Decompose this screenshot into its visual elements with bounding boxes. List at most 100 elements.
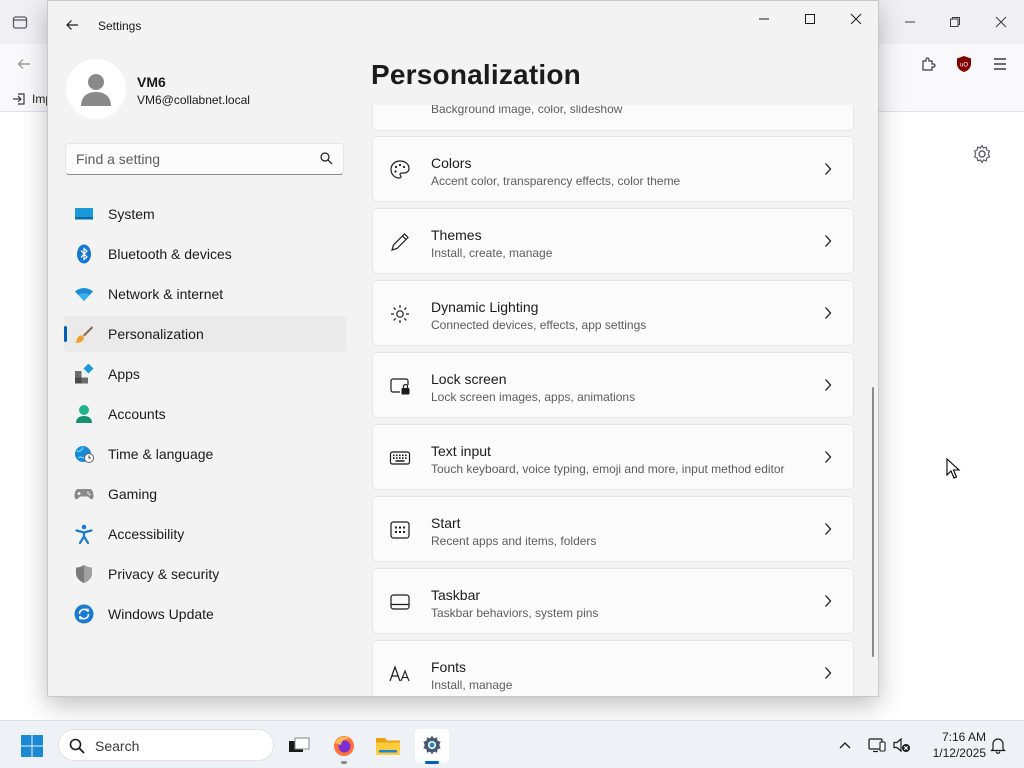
close-icon <box>850 13 862 25</box>
browser-restore-button[interactable] <box>940 10 970 34</box>
mouse-cursor-icon <box>946 457 962 480</box>
settings-titlebar[interactable]: Settings <box>48 1 878 49</box>
firefox-taskbar-button[interactable] <box>327 729 361 764</box>
settings-card-text-input[interactable]: Text input Touch keyboard, voice typing,… <box>372 424 854 490</box>
nav-item-privacy[interactable]: Privacy & security <box>64 556 346 592</box>
start-button[interactable] <box>20 734 44 758</box>
nav-label: Windows Update <box>108 606 214 622</box>
taskbar-search-box[interactable]: Search <box>58 729 274 761</box>
content-scrollbar[interactable] <box>872 387 874 657</box>
task-view-button[interactable] <box>282 729 316 763</box>
start-icon <box>389 519 411 541</box>
settings-window: Settings VM6 VM6@collabnet.local Find a … <box>47 0 879 697</box>
running-indicator <box>341 761 347 764</box>
browser-back-icon[interactable] <box>16 56 32 76</box>
nav-item-network[interactable]: Network & internet <box>64 276 346 312</box>
minimize-button[interactable] <box>744 7 784 31</box>
user-profile[interactable]: VM6 VM6@collabnet.local <box>66 59 366 119</box>
maximize-button[interactable] <box>790 7 830 31</box>
settings-card-background[interactable]: Background image, color, slideshow <box>372 105 854 131</box>
import-icon[interactable] <box>12 92 26 110</box>
card-title: Start <box>431 515 461 531</box>
nav-label: Privacy & security <box>108 566 220 582</box>
nav-item-time-language[interactable]: Time & language <box>64 436 346 472</box>
user-name: VM6 <box>137 74 166 90</box>
apps-icon <box>74 364 94 384</box>
settings-card-fonts[interactable]: Fonts Install, manage <box>372 640 854 696</box>
settings-card-themes[interactable]: Themes Install, create, manage <box>372 208 854 274</box>
network-monitor-icon <box>868 738 886 753</box>
ublock-shield-icon[interactable]: uO <box>956 55 972 77</box>
card-subtitle: Install, manage <box>431 678 513 692</box>
lighting-icon <box>389 303 411 325</box>
clock-date: 1/12/2025 <box>932 746 986 760</box>
browser-minimize-button[interactable] <box>895 10 925 34</box>
nav-item-apps[interactable]: Apps <box>64 356 346 392</box>
browser-close-button[interactable] <box>986 10 1016 34</box>
chevron-right-icon <box>821 378 835 392</box>
nav-item-bluetooth[interactable]: Bluetooth & devices <box>64 236 346 272</box>
folder-icon <box>376 738 400 755</box>
nav-item-system[interactable]: System <box>64 196 346 232</box>
active-app-indicator <box>425 761 439 764</box>
back-button[interactable] <box>60 13 84 37</box>
chevron-right-icon <box>821 450 835 464</box>
wifi-icon <box>74 284 94 304</box>
settings-nav: System Bluetooth & devices Network & int… <box>64 196 346 636</box>
nav-item-accessibility[interactable]: Accessibility <box>64 516 346 552</box>
card-title: Text input <box>431 443 491 459</box>
search-icon[interactable] <box>320 152 333 170</box>
nav-item-personalization[interactable]: Personalization <box>64 316 346 352</box>
settings-search-box[interactable] <box>65 143 344 175</box>
accounts-icon <box>74 404 94 424</box>
nav-label: Gaming <box>108 486 158 502</box>
lock-screen-icon <box>389 375 411 397</box>
settings-gear-icon <box>423 735 441 755</box>
nav-item-gaming[interactable]: Gaming <box>64 476 346 512</box>
speaker-muted-icon <box>893 737 910 753</box>
gear-icon[interactable] <box>972 144 992 164</box>
extensions-icon[interactable] <box>920 56 936 76</box>
card-subtitle: Accent color, transparency effects, colo… <box>431 174 681 188</box>
nav-item-accounts[interactable]: Accounts <box>64 396 346 432</box>
personalization-list: Background image, color, slideshow Color… <box>372 105 856 696</box>
show-hidden-icons-button[interactable] <box>835 735 855 755</box>
card-title: Lock screen <box>431 371 507 387</box>
system-clock[interactable]: 7:16 AM 1/12/2025 <box>918 729 986 761</box>
nav-label: Network & internet <box>108 286 224 302</box>
nav-label: System <box>108 206 155 222</box>
settings-card-colors[interactable]: Colors Accent color, transparency effect… <box>372 136 854 202</box>
settings-card-taskbar[interactable]: Taskbar Taskbar behaviors, system pins <box>372 568 854 634</box>
maximize-icon <box>805 14 815 24</box>
bell-icon <box>990 738 1006 754</box>
accessibility-icon <box>74 524 94 544</box>
back-arrow-icon <box>66 20 78 30</box>
pen-icon <box>389 231 411 253</box>
chevron-right-icon <box>821 306 835 320</box>
task-view-icon <box>289 737 310 752</box>
page-title: Personalization <box>371 59 581 90</box>
search-input[interactable] <box>76 150 306 168</box>
nav-item-windows-update[interactable]: Windows Update <box>64 596 346 632</box>
avatar <box>66 59 126 119</box>
settings-card-dynamic-lighting[interactable]: Dynamic Lighting Connected devices, effe… <box>372 280 854 346</box>
settings-card-lock-screen[interactable]: Lock screen Lock screen images, apps, an… <box>372 352 854 418</box>
chevron-right-icon <box>821 522 835 536</box>
taskbar-icon <box>389 591 411 613</box>
volume-button[interactable] <box>892 735 912 755</box>
chevron-right-icon <box>821 162 835 176</box>
browser-menu-icon[interactable] <box>992 57 1008 75</box>
settings-taskbar-button[interactable] <box>415 729 449 764</box>
nav-label: Time & language <box>108 446 214 462</box>
brush-icon <box>74 324 94 344</box>
card-subtitle: Touch keyboard, voice typing, emoji and … <box>431 462 785 476</box>
notifications-button[interactable] <box>988 735 1008 755</box>
network-status-button[interactable] <box>867 735 887 755</box>
user-avatar-icon <box>81 74 111 106</box>
svg-text:uO: uO <box>960 63 968 69</box>
settings-card-start[interactable]: Start Recent apps and items, folders <box>372 496 854 562</box>
close-button[interactable] <box>836 7 876 31</box>
file-explorer-taskbar-button[interactable] <box>371 729 405 763</box>
system-icon <box>74 204 94 224</box>
tab-overview-icon[interactable] <box>12 14 28 34</box>
